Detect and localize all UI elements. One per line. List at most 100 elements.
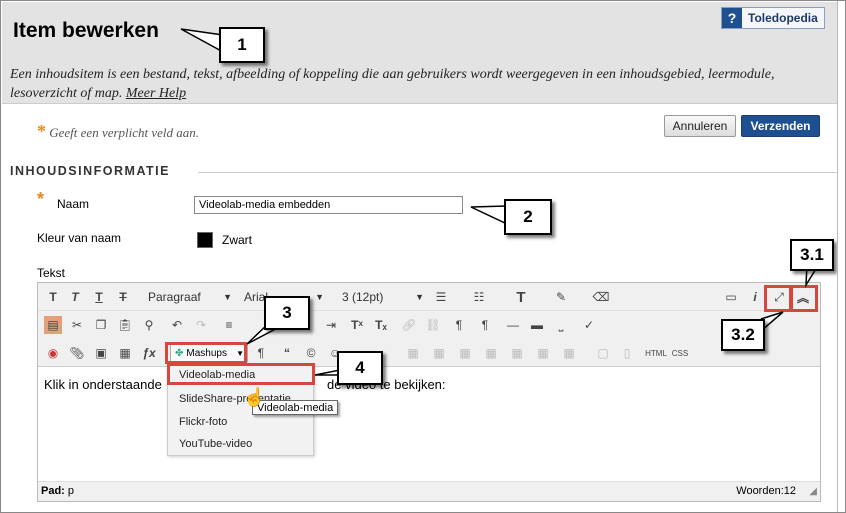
bullet-list-icon[interactable]: ☰: [432, 288, 450, 306]
info-icon[interactable]: i: [746, 288, 764, 306]
toolbar-row-3: ◉ 📎︎ ▣ ▦ ƒx ¶ “ © ☺ ▦ ▦ ▦ ▦ ▦ ▦ ▦ ▢ ▯ HT…: [38, 339, 820, 367]
size-select[interactable]: 3 (12pt) ▼: [338, 287, 428, 307]
table-split-icon[interactable]: ▦: [534, 344, 552, 362]
strikethrough-icon[interactable]: T: [114, 288, 132, 306]
section-divider: [198, 172, 838, 173]
bold-icon[interactable]: T: [44, 288, 62, 306]
copyright-icon[interactable]: ©: [302, 344, 320, 362]
chevron-down-icon: ▼: [223, 292, 232, 302]
attachment-icon[interactable]: 📎︎: [68, 344, 86, 362]
preview-icon[interactable]: ▭: [722, 288, 740, 306]
nbsp-icon[interactable]: ⎵: [552, 316, 570, 334]
align-left-icon[interactable]: ≡: [220, 316, 238, 334]
help-icon: ?: [722, 8, 742, 28]
formula-icon[interactable]: ƒx: [140, 344, 158, 362]
path-label: Pad:: [41, 485, 65, 497]
paragraph-select-value: Paragraaf: [148, 290, 201, 304]
unlink-icon[interactable]: ⛓: [424, 316, 442, 334]
color-value: Zwart: [222, 233, 252, 247]
subscript-icon[interactable]: Tₓ: [372, 316, 390, 334]
resize-handle-icon[interactable]: ◢: [809, 486, 817, 497]
horizontal-line-icon[interactable]: ▬: [528, 316, 546, 334]
cut-icon[interactable]: ✂: [68, 316, 86, 334]
word-count: Woorden:12: [736, 485, 796, 497]
toledopedia-button[interactable]: ? Toledopedia: [721, 7, 825, 29]
paragraph-mark-icon[interactable]: ¶: [252, 344, 270, 362]
undo-icon[interactable]: ↶: [168, 316, 186, 334]
html-icon[interactable]: HTML: [644, 344, 668, 362]
text-color-icon[interactable]: T: [512, 288, 530, 306]
menu-item-youtube[interactable]: YouTube-video: [179, 438, 252, 450]
paste-text-icon[interactable]: ▤: [44, 316, 62, 334]
spellcheck-icon[interactable]: ✓: [580, 316, 598, 334]
help-link[interactable]: Meer Help: [126, 86, 186, 101]
callout-3-1: 3.1: [790, 239, 834, 271]
toledopedia-label: Toledopedia: [748, 11, 818, 25]
paste-icon[interactable]: 📋︎: [116, 316, 134, 334]
css-icon[interactable]: CSS: [670, 344, 690, 362]
highlight-videolab: [167, 363, 315, 385]
size-select-value: 3 (12pt): [342, 290, 384, 304]
page-description: Een inhoudsitem is een bestand, tekst, a…: [10, 65, 835, 103]
toolbar-row-1: T T T T Paragraaf ▼ Arial ▼ 3 (12pt) ▼ ☰ ☷ …: [38, 283, 820, 311]
hand-cursor-icon: ☝: [243, 387, 266, 407]
content-text-start: Klik in onderstaande: [44, 377, 162, 392]
text-editor: T T T T Paragraaf ▼ Arial ▼ 3 (12pt) ▼ ☰ ☷ …: [37, 282, 821, 502]
layer-icon[interactable]: ▢: [594, 344, 612, 362]
table-col-icon[interactable]: ▦: [456, 344, 474, 362]
page-title: Item bewerken: [13, 19, 159, 42]
redo-icon[interactable]: ↷: [192, 316, 210, 334]
highlight-mashups: [165, 342, 247, 364]
toolbar-row-2: ▤ ✂ ❐ 📋︎ ⚲ ↶ ↷ ≡ ⇥ Tˣ Tₓ 🔗︎ ⛓ ¶ ¶ — ▬ ⎵ …: [38, 311, 820, 339]
ltr-icon[interactable]: ¶: [450, 316, 468, 334]
italic-icon[interactable]: T: [66, 288, 84, 306]
record-icon[interactable]: ◉: [44, 344, 62, 362]
horizontal-rule-icon[interactable]: —: [504, 316, 522, 334]
highlight-fullscreen: [764, 285, 792, 312]
chevron-down-icon: ▼: [315, 292, 324, 302]
cancel-button[interactable]: Annuleren: [664, 115, 736, 137]
path-indicator: Pad: p: [41, 485, 74, 497]
required-note: * Geeft een verplicht veld aan.: [37, 121, 199, 142]
editor-status-bar: Pad: p Woorden:12 ◢: [38, 481, 820, 501]
chevron-down-icon: ▼: [415, 292, 424, 302]
media-icon[interactable]: ▦: [116, 344, 134, 362]
rtl-icon[interactable]: ¶: [476, 316, 494, 334]
paragraph-select[interactable]: Paragraaf ▼: [144, 287, 236, 307]
table-delete-icon[interactable]: ▦: [560, 344, 578, 362]
callout-3: 3: [264, 296, 310, 330]
color-swatch[interactable]: [197, 232, 213, 248]
highlight-icon[interactable]: ✎: [552, 288, 570, 306]
menu-item-flickr[interactable]: Flickr-foto: [179, 416, 227, 428]
callout-2: 2: [504, 199, 552, 235]
text-label: Tekst: [37, 266, 66, 280]
numbered-list-icon[interactable]: ☷: [470, 288, 488, 306]
section-title: INHOUDSINFORMATIE: [10, 164, 170, 178]
path-value: p: [67, 485, 75, 497]
underline-icon[interactable]: T: [90, 288, 108, 306]
callout-1: 1: [219, 27, 265, 63]
superscript-icon[interactable]: Tˣ: [348, 316, 366, 334]
link-icon[interactable]: 🔗︎: [400, 316, 418, 334]
submit-button[interactable]: Verzenden: [741, 115, 820, 137]
table-merge-icon[interactable]: ▦: [508, 344, 526, 362]
find-icon[interactable]: ⚲: [140, 316, 158, 334]
required-note-text: Geeft een verplicht veld aan.: [49, 125, 200, 140]
layer-alt-icon[interactable]: ▯: [618, 344, 636, 362]
callout-3-2: 3.2: [721, 319, 765, 351]
quote-icon[interactable]: “: [278, 344, 296, 362]
required-star-icon: *: [37, 189, 45, 209]
name-input[interactable]: Videolab-media embedden: [194, 196, 463, 214]
description-text: Een inhoudsitem is een bestand, tekst, a…: [10, 67, 775, 101]
screenshot-frame: Item bewerken Een inhoudsitem is een bes…: [0, 0, 846, 513]
editor-content[interactable]: Klik in onderstaande: [44, 377, 162, 392]
copy-icon[interactable]: ❐: [92, 316, 110, 334]
indent-icon[interactable]: ⇥: [322, 316, 340, 334]
eraser-icon[interactable]: ⌫: [592, 288, 610, 306]
required-star-icon: *: [37, 121, 46, 141]
table-icon[interactable]: ▦: [404, 344, 422, 362]
table-cell-icon[interactable]: ▦: [482, 344, 500, 362]
image-icon[interactable]: ▣: [92, 344, 110, 362]
window-edge: [837, 1, 845, 512]
table-row-icon[interactable]: ▦: [430, 344, 448, 362]
